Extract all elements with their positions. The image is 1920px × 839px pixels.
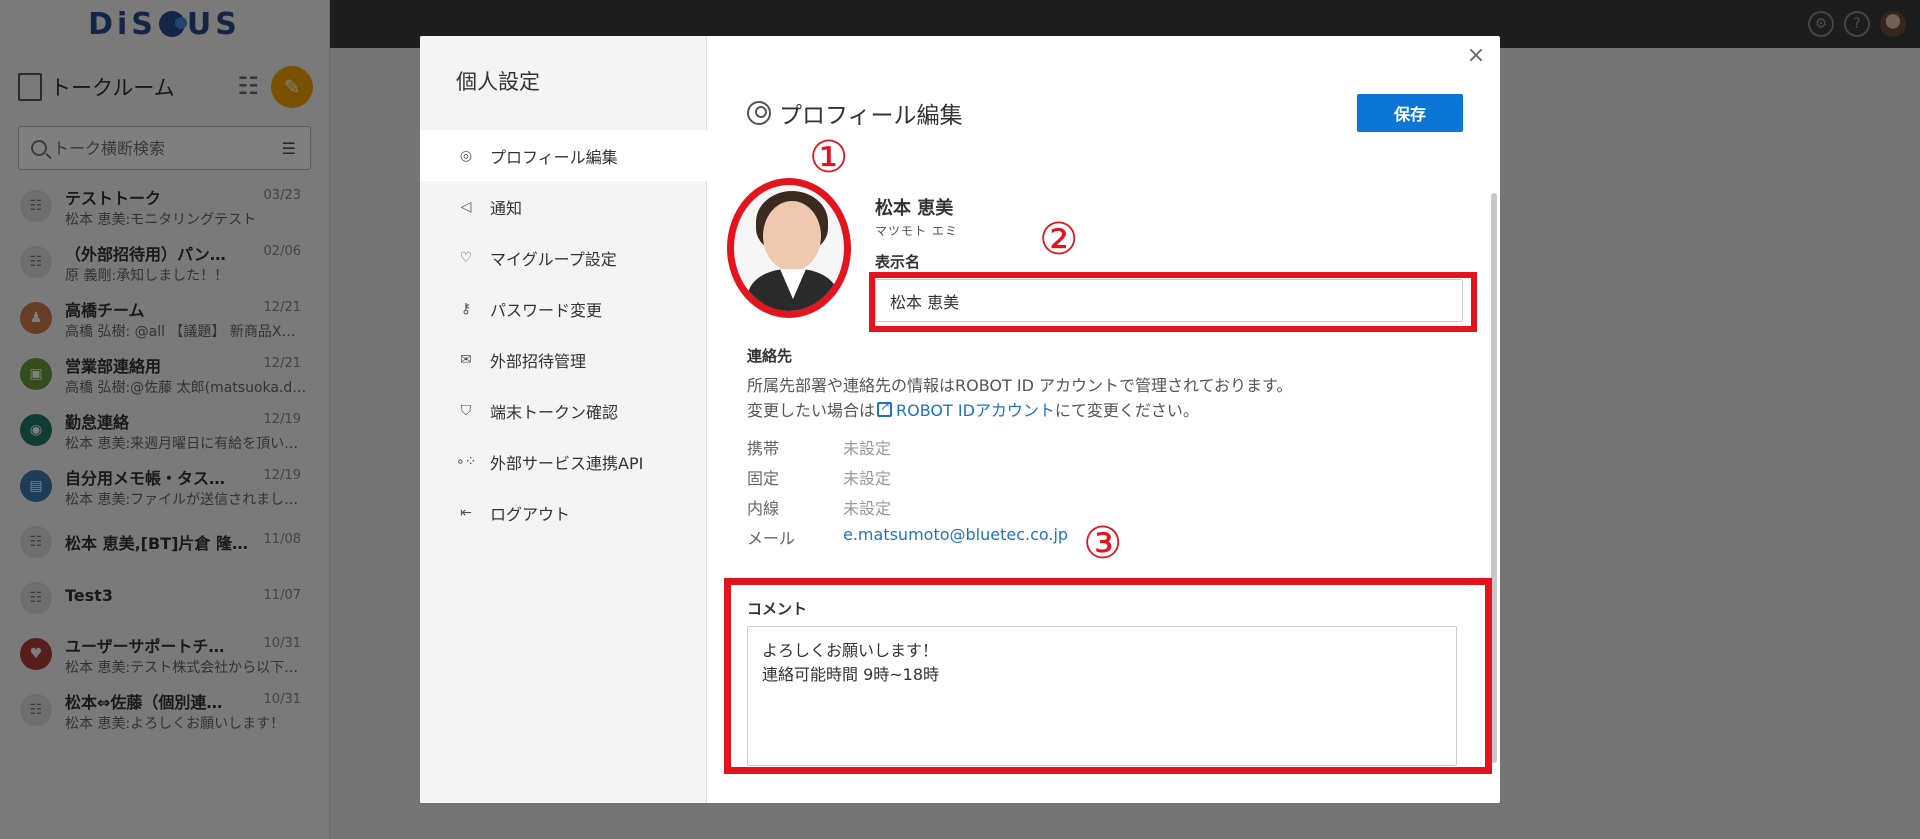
nav-item-profile-edit[interactable]: ◎ プロフィール編集: [420, 130, 707, 181]
nav-item-notification[interactable]: ◁ 通知: [420, 181, 707, 232]
display-name-label: 表示名: [875, 253, 921, 271]
nav-item-external-invite[interactable]: ✉ 外部招待管理: [420, 334, 707, 385]
nav-item-logout[interactable]: ⇤ ログアウト: [420, 487, 707, 538]
contact-value: 未設定: [843, 499, 892, 518]
nav-item-password[interactable]: ⚷ パスワード変更: [420, 283, 707, 334]
nav-item-label: マイグループ設定: [490, 249, 617, 269]
user-circle-icon: [747, 101, 771, 125]
api-icon: ∘⁘: [456, 453, 477, 470]
personal-settings-modal: 個人設定 ◎ プロフィール編集 ◁ 通知 ♡ マイグループ設定 ⚷ パスワード変更 ✉ 外…: [420, 36, 1500, 803]
settings-nav-list: ◎ プロフィール編集 ◁ 通知 ♡ マイグループ設定 ⚷ パスワード変更 ✉ 外部招待管理…: [420, 130, 707, 538]
nav-item-external-api[interactable]: ∘⁘ 外部サービス連携API: [420, 436, 707, 487]
user-name: 松本 恵美: [875, 198, 954, 219]
nav-item-label: パスワード変更: [490, 300, 603, 320]
contact-value: 未設定: [843, 469, 892, 488]
user-name-kana: マツモト エミ: [875, 224, 958, 238]
nav-item-label: 通知: [490, 198, 523, 218]
annotation-marker-1: ①: [809, 132, 849, 183]
logout-icon: ⇤: [460, 504, 472, 521]
profile-photo[interactable]: [727, 178, 851, 318]
contact-note-prefix: 変更したい場合は: [747, 401, 876, 420]
photo-face: [763, 201, 821, 271]
comment-textarea[interactable]: よろしくお願いします！ 連絡可能時間 9時~18時: [747, 626, 1457, 766]
nav-item-label: 外部招待管理: [490, 351, 587, 371]
contact-change-note: 変更したい場合は ROBOT IDアカウント にて変更ください。: [747, 397, 1199, 421]
contact-description: 所属先部署や連絡先の情報はROBOT ID アカウントで管理されております。: [747, 376, 1293, 395]
user-heart-icon: ♡: [459, 249, 473, 266]
external-link-icon: [877, 399, 893, 417]
key-icon: ⚷: [460, 300, 472, 317]
annotation-marker-2: ②: [1039, 214, 1079, 265]
contact-note-suffix: にて変更ください。: [1054, 401, 1199, 420]
contact-label: メール: [747, 529, 796, 548]
page-title: プロフィール編集: [779, 103, 963, 129]
page-header: プロフィール編集: [747, 96, 963, 130]
contact-row-email: メール e.matsumoto@bluetec.co.jp: [747, 525, 1068, 549]
nav-item-device-token[interactable]: ⛉ 端末トークン確認: [420, 385, 707, 436]
user-circle-icon: ◎: [459, 147, 473, 164]
nav-item-my-group[interactable]: ♡ マイグループ設定: [420, 232, 707, 283]
nav-item-label: プロフィール編集: [490, 147, 618, 167]
settings-nav: 個人設定 ◎ プロフィール編集 ◁ 通知 ♡ マイグループ設定 ⚷ パスワード変更 ✉ 外…: [420, 36, 707, 803]
nav-item-label: ログアウト: [490, 504, 571, 524]
annotation-marker-3: ③: [1083, 518, 1123, 569]
contact-label: 固定: [747, 469, 780, 488]
nav-item-label: 端末トークン確認: [490, 402, 619, 422]
profile-edit-content: プロフィール編集 保存 ① ② ③ 松本 恵美 マツモト エミ 表示名 連絡先 …: [707, 36, 1500, 803]
contact-label: 内線: [747, 499, 780, 518]
contact-row-landline: 固定 未設定: [747, 465, 891, 489]
comment-label: コメント: [747, 600, 808, 618]
display-name-input[interactable]: [875, 279, 1463, 322]
email-link[interactable]: e.matsumoto@bluetec.co.jp: [843, 525, 1068, 549]
contact-label: 携帯: [747, 439, 780, 458]
user-mail-icon: ✉: [460, 351, 472, 368]
settings-nav-title: 個人設定: [456, 70, 540, 94]
save-button[interactable]: 保存: [1357, 94, 1463, 132]
nav-item-label: 外部サービス連携API: [490, 453, 644, 473]
shield-icon: ⛉: [460, 402, 472, 419]
megaphone-icon: ◁: [460, 198, 472, 215]
contact-title: 連絡先: [747, 347, 793, 365]
contact-row-mobile: 携帯 未設定: [747, 435, 891, 459]
robot-id-account-link[interactable]: ROBOT IDアカウント: [896, 397, 1055, 421]
contact-row-extension: 内線 未設定: [747, 495, 891, 519]
contact-value: 未設定: [843, 439, 892, 458]
